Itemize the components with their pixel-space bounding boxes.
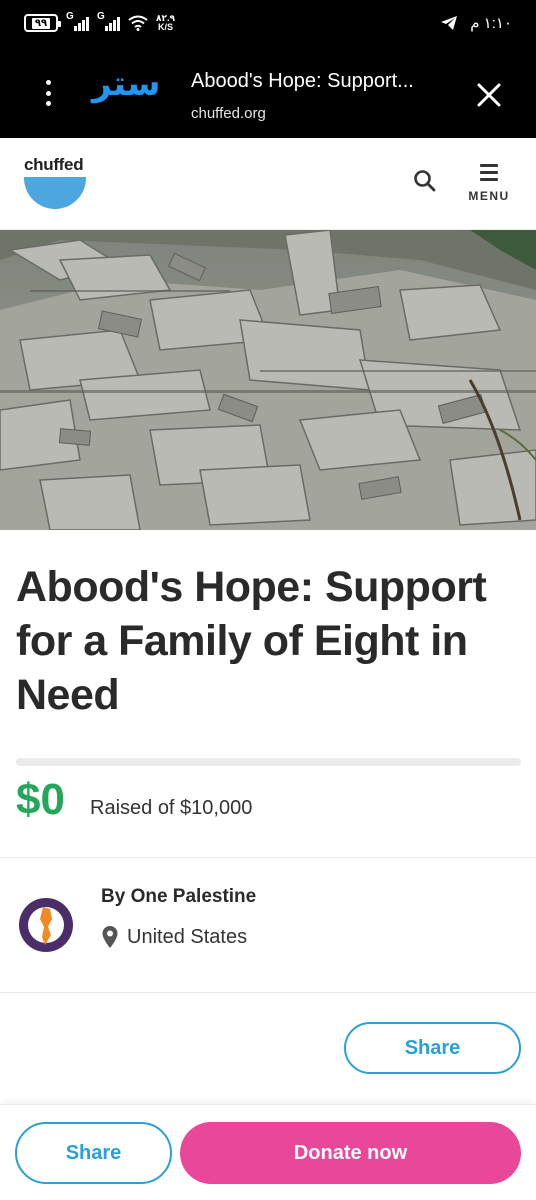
location-text: United States bbox=[127, 925, 248, 948]
speed-unit: K/S bbox=[157, 22, 173, 32]
menu-label: MENU bbox=[468, 189, 510, 203]
bottom-action-bar: Share Donate now bbox=[0, 1104, 536, 1200]
signal-icon: G bbox=[66, 11, 89, 31]
campaign-title: Abood's Hope: Support for a Family of Ei… bbox=[16, 563, 487, 719]
location-pin-icon bbox=[102, 926, 118, 948]
browser-url: chuffed.org bbox=[191, 105, 266, 122]
signal-type: G bbox=[97, 11, 105, 22]
app-logo: ستر bbox=[92, 64, 161, 104]
signal-icon: G bbox=[97, 11, 120, 31]
close-icon[interactable] bbox=[476, 82, 502, 108]
share-button-bottom[interactable]: Share bbox=[15, 1122, 172, 1184]
logo-word: chuffed bbox=[24, 155, 84, 174]
raised-of-goal: Raised of $10,000 bbox=[90, 797, 253, 819]
divider bbox=[0, 857, 536, 858]
telegram-icon bbox=[441, 16, 458, 30]
status-left: ٩٩ G G ٨٢.٩ K/S bbox=[24, 11, 175, 32]
hamburger-icon bbox=[480, 164, 498, 181]
battery-level: ٩٩ bbox=[31, 17, 51, 29]
divider bbox=[0, 992, 536, 993]
chuffed-logo[interactable]: chuffed bbox=[24, 156, 88, 209]
browser-page-title: Abood's Hope: Support... bbox=[191, 70, 414, 92]
search-icon[interactable] bbox=[412, 168, 438, 194]
organizer-name[interactable]: By One Palestine bbox=[101, 886, 256, 908]
browser-bar: ستر Abood's Hope: Support... chuffed.org bbox=[0, 48, 536, 138]
kebab-menu-icon[interactable] bbox=[40, 80, 56, 106]
signal-type: G bbox=[66, 11, 74, 22]
campaign-hero-image bbox=[0, 230, 536, 530]
organizer-location: United States bbox=[101, 925, 247, 949]
logo-bowl bbox=[24, 177, 86, 209]
network-speed: ٨٢.٩ K/S bbox=[156, 14, 175, 32]
clock: ١:١٠ م bbox=[470, 15, 512, 32]
share-button[interactable]: Share bbox=[344, 1022, 521, 1074]
raised-amount: $0 bbox=[16, 775, 65, 824]
wifi-icon bbox=[128, 15, 148, 31]
site-header: chuffed MENU bbox=[0, 138, 536, 230]
status-right: ١:١٠ م bbox=[440, 14, 512, 32]
organizer-avatar[interactable] bbox=[18, 897, 74, 953]
rubble-photo bbox=[0, 230, 536, 530]
menu-button[interactable]: MENU bbox=[466, 164, 512, 206]
battery-icon: ٩٩ bbox=[24, 14, 61, 32]
donate-now-button[interactable]: Donate now bbox=[180, 1122, 521, 1184]
status-bar: ٩٩ G G ٨٢.٩ K/S ١:١٠ م bbox=[0, 0, 536, 48]
progress-bar bbox=[16, 758, 521, 766]
